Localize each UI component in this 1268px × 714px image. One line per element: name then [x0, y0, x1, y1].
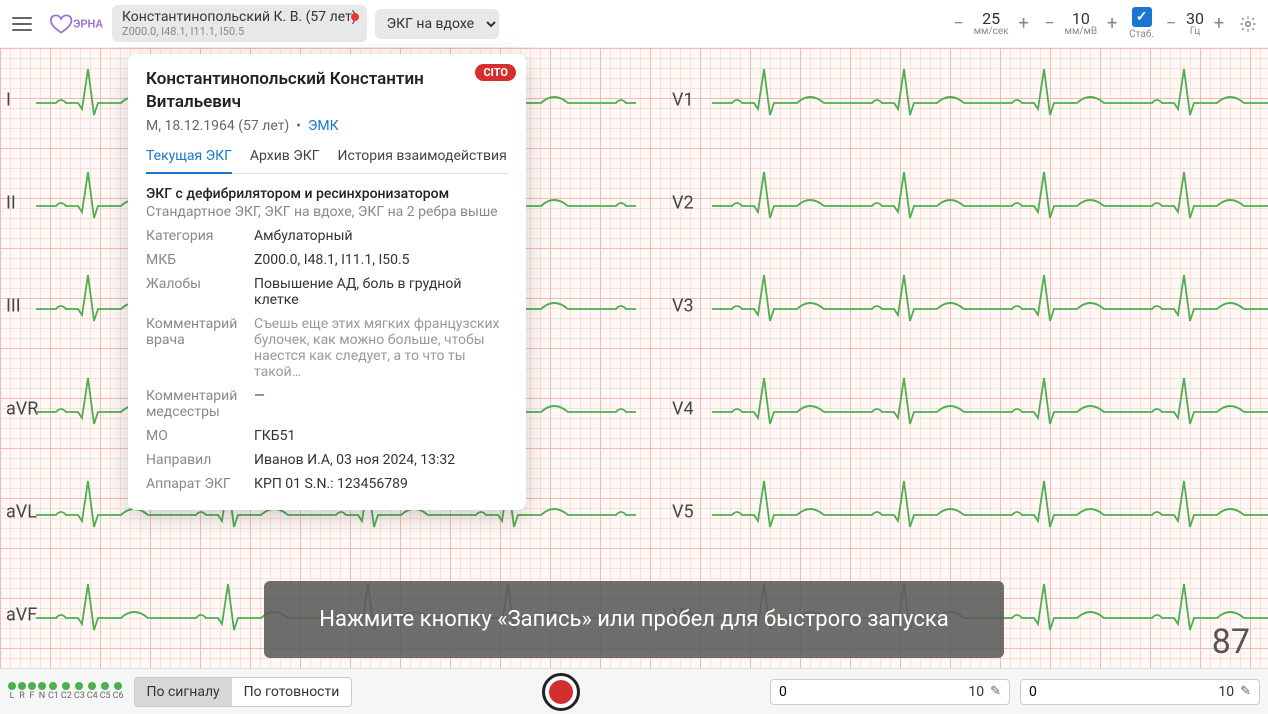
electrode-indicator: C4 — [87, 682, 98, 701]
stabilize-toggle[interactable]: ✓ Стаб. — [1129, 7, 1154, 40]
lead-row-V3: V3 — [634, 254, 1268, 357]
range1-min-field[interactable] — [779, 684, 962, 700]
electrode-indicator: C5 — [100, 682, 111, 701]
panel-tab[interactable]: Архив ЭКГ — [250, 148, 320, 173]
lead-label: V4 — [672, 398, 694, 419]
ecg-mode-select[interactable]: ЭКГ на вдохе — [375, 9, 499, 39]
lead-label: V3 — [672, 295, 694, 316]
field-label: Жалобы — [146, 276, 254, 308]
lead-row-V5: V5 — [634, 460, 1268, 563]
field-value: ГКБ51 — [254, 428, 295, 444]
field-value: — — [254, 388, 265, 420]
gain-minus-icon[interactable]: − — [1041, 15, 1059, 33]
field-label: МКБ — [146, 252, 254, 268]
speed-plus-icon[interactable]: + — [1015, 15, 1033, 33]
segment-option[interactable]: По сигналу — [135, 678, 232, 706]
range2-max-label: 10 — [1218, 684, 1234, 700]
ecg-study-subtitle: Стандартное ЭКГ, ЭКГ на вдохе, ЭКГ на 2 … — [146, 204, 508, 220]
edit-icon[interactable]: ✎ — [1240, 684, 1251, 699]
field-value: Амбулаторный — [254, 228, 353, 244]
field-value: КРП 01 S.N.: 123456789 — [254, 476, 408, 492]
lead-label: V5 — [672, 501, 694, 522]
record-hint-toast: Нажмите кнопку «Запись» или пробел для б… — [264, 581, 1004, 658]
settings-icon[interactable] — [1236, 12, 1260, 36]
panel-tab[interactable]: Текущая ЭКГ — [146, 148, 232, 174]
range1-max-label: 10 — [968, 684, 984, 700]
electrode-indicator: C3 — [74, 682, 85, 701]
field-value: Съешь еще этих мягких французских булоче… — [254, 316, 508, 380]
freq-stepper[interactable]: − 30Гц + — [1162, 11, 1228, 37]
speed-stepper[interactable]: − 25мм/сек + — [950, 11, 1033, 37]
field-label: МО — [146, 428, 254, 444]
field-label: Комментарий врача — [146, 316, 254, 380]
field-label: Направил — [146, 452, 254, 468]
field-label: Категория — [146, 228, 254, 244]
cito-badge: CITO — [475, 64, 516, 81]
field-label: Аппарат ЭКГ — [146, 476, 254, 492]
electrode-indicator: N — [38, 682, 46, 701]
lead-label: II — [6, 192, 16, 213]
speed-minus-icon[interactable]: − — [950, 15, 968, 33]
patient-demographics: М, 18.12.1964 (57 лет) • ЭМК — [146, 118, 508, 134]
status-dot-icon — [351, 13, 359, 21]
record-button[interactable] — [542, 673, 580, 711]
segment-option[interactable]: По готовности — [232, 678, 352, 706]
svg-text:ЭРНА: ЭРНА — [73, 17, 103, 30]
lead-label: aVR — [6, 398, 38, 419]
ecg-study-title: ЭКГ с дефибрилятором и ресинхронизатором — [146, 186, 508, 202]
field-value: Повышение АД, боль в грудной клетке — [254, 276, 508, 308]
electrode-indicator: L — [8, 682, 16, 701]
lead-label: V1 — [672, 89, 694, 110]
patient-full-name: Константинопольский Константин Витальеви… — [146, 68, 508, 114]
check-icon: ✓ — [1132, 7, 1152, 27]
lead-label: V2 — [672, 192, 694, 213]
patient-panel: CITO Константинопольский Константин Вита… — [128, 54, 526, 510]
lead-label: aVF — [6, 604, 37, 625]
lead-label: I — [6, 89, 11, 110]
panel-tab[interactable]: История взаимодействия — [338, 148, 507, 173]
field-value: Иванов И.А, 03 ноя 2024, 13:32 — [254, 452, 455, 468]
lead-row-V1: V1 — [634, 48, 1268, 151]
edit-icon[interactable]: ✎ — [990, 684, 1001, 699]
patient-chip[interactable]: Константинопольский К. В. (57 лет) Z000.… — [112, 5, 367, 42]
field-value: Z000.0, I48.1, I11.1, I50.5 — [254, 252, 410, 268]
electrode-indicator: R — [18, 682, 26, 701]
auto-mode-segment[interactable]: По сигналуПо готовности — [134, 677, 353, 707]
electrode-indicator: C2 — [61, 682, 72, 701]
lead-row-V4: V4 — [634, 357, 1268, 460]
electrode-indicator: C1 — [48, 682, 59, 701]
gain-plus-icon[interactable]: + — [1103, 15, 1121, 33]
lead-label: aVL — [6, 501, 37, 522]
electrode-indicator: C6 — [113, 682, 124, 701]
record-icon — [549, 680, 573, 704]
heart-rate-value: 87 — [1212, 622, 1250, 662]
patient-short-name: Константинопольский К. В. (57 лет) — [122, 9, 357, 25]
freq-plus-icon[interactable]: + — [1210, 15, 1228, 33]
menu-icon[interactable] — [8, 10, 36, 38]
range-input-2[interactable]: 10 ✎ — [1020, 679, 1260, 705]
patient-icd-codes: Z000.0, I48.1, I11.1, I50.5 — [122, 25, 357, 38]
lead-label: III — [6, 295, 21, 316]
emk-link[interactable]: ЭМК — [308, 118, 339, 134]
logo: ЭРНА — [44, 8, 104, 40]
electrode-status: LRFNC1C2C3C4C5C6 — [8, 682, 124, 701]
electrode-indicator: F — [28, 682, 36, 701]
gain-stepper[interactable]: − 10мм/мВ + — [1041, 11, 1122, 37]
lead-row-V2: V2 — [634, 151, 1268, 254]
field-label: Комментарий медсестры — [146, 388, 254, 420]
range2-min-field[interactable] — [1029, 684, 1212, 700]
range-input-1[interactable]: 10 ✎ — [770, 679, 1010, 705]
freq-minus-icon[interactable]: − — [1162, 15, 1180, 33]
